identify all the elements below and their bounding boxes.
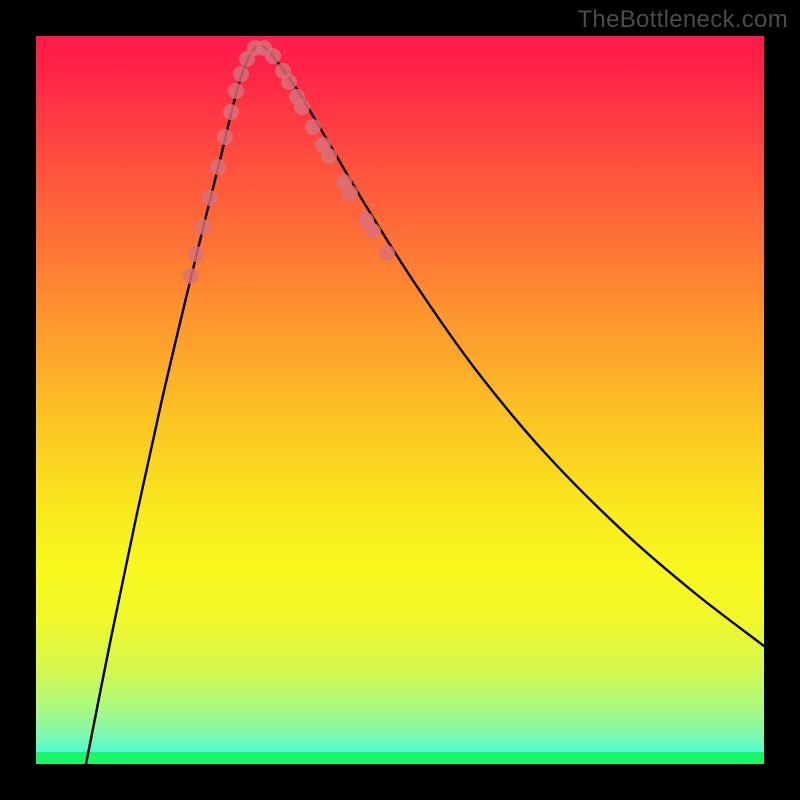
curve-dot (265, 48, 281, 64)
bottleneck-curve-path (86, 46, 764, 764)
outer-frame: TheBottleneck.com (0, 0, 800, 800)
curve-dot (195, 219, 211, 235)
curve-dot (294, 99, 310, 115)
curve-dot (228, 83, 244, 99)
curve-dot (202, 190, 218, 206)
curve-dot (321, 148, 337, 164)
curve-dot (183, 268, 199, 284)
marker-group (183, 40, 395, 284)
curve-dot (188, 246, 204, 262)
curve-dot (223, 104, 239, 120)
curve-dot (342, 185, 358, 201)
curve-dot (281, 74, 297, 90)
curve-svg (36, 36, 764, 764)
plot-area (36, 36, 764, 764)
curve-dot (217, 129, 233, 145)
curve-dot (210, 159, 226, 175)
curve-dot (379, 245, 395, 261)
curve-dot (365, 223, 381, 239)
watermark-text: TheBottleneck.com (577, 6, 788, 34)
curve-dot (233, 66, 249, 82)
curve-dot (305, 119, 321, 135)
